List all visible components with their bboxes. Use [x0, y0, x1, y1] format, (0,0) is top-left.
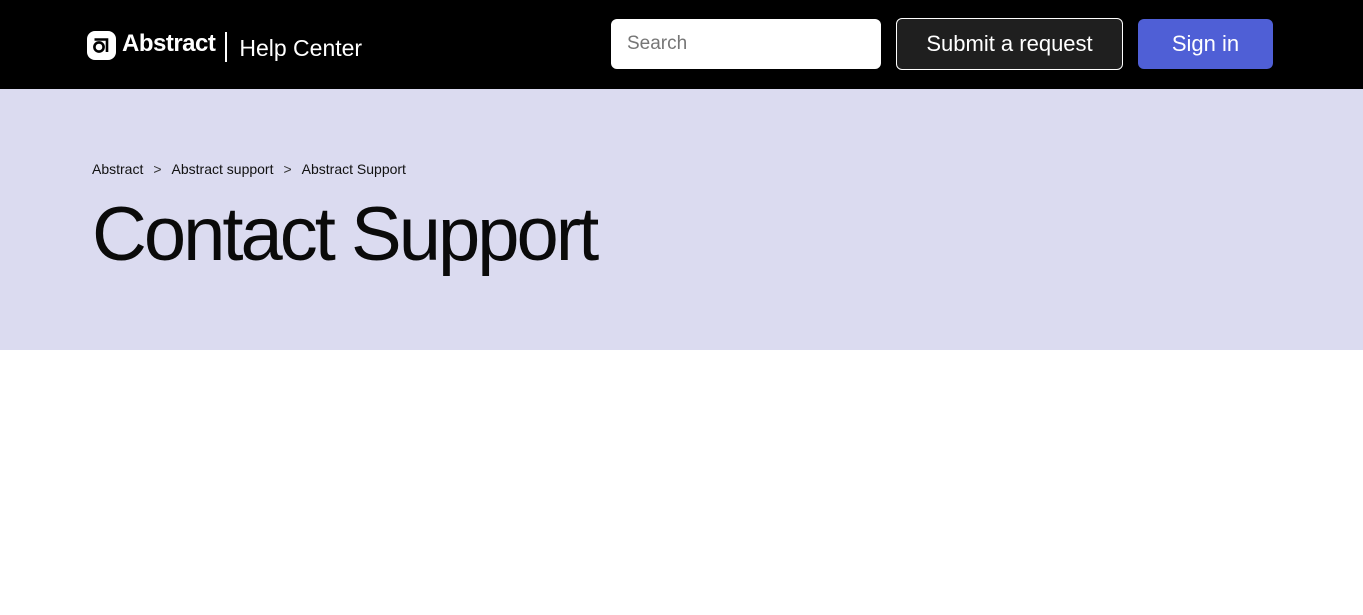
breadcrumb-separator: >	[153, 161, 162, 177]
brand-name: Abstract	[122, 29, 216, 57]
sign-in-button[interactable]: Sign in	[1138, 19, 1273, 69]
abstract-logo-icon	[87, 30, 116, 60]
breadcrumb: Abstract > Abstract support > Abstract S…	[92, 161, 406, 177]
top-navigation-bar: Abstract Help Center Submit a request Si…	[0, 0, 1363, 89]
breadcrumb-item-abstract-support-section[interactable]: Abstract Support	[302, 161, 406, 177]
search-input[interactable]	[611, 19, 881, 69]
breadcrumb-item-abstract-support[interactable]: Abstract support	[172, 161, 274, 177]
logo-divider	[225, 32, 228, 62]
home-logo-link[interactable]: Abstract Help Center	[87, 28, 362, 62]
page-title: Contact Support	[92, 192, 599, 277]
submit-request-button[interactable]: Submit a request	[896, 18, 1123, 70]
breadcrumb-separator: >	[283, 161, 292, 177]
breadcrumb-item-abstract[interactable]: Abstract	[92, 161, 143, 177]
site-name: Help Center	[239, 35, 363, 61]
page-hero: Abstract > Abstract support > Abstract S…	[0, 89, 1363, 350]
